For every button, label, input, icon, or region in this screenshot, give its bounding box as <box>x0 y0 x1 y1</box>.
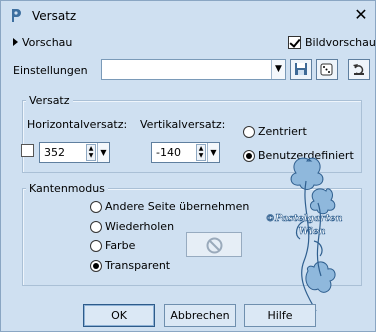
randomize-button[interactable] <box>316 59 338 80</box>
edge-color-radio[interactable] <box>90 240 102 252</box>
watermark-text-line2: Wien <box>298 226 325 237</box>
edge-wrap-label: Andere Seite übernehmen <box>105 200 250 213</box>
spin-updown-icon[interactable]: ▲ ▼ <box>196 144 206 161</box>
save-preset-button[interactable] <box>290 59 312 80</box>
expand-arrow-icon <box>13 38 18 46</box>
horizontal-offset-label: Horizontalversatz: <box>27 118 128 131</box>
offset-group-title: Versatz <box>26 94 73 107</box>
edge-mode-group-title: Kantenmodus <box>26 182 108 195</box>
chevron-down-icon[interactable]: ▼ <box>207 143 219 162</box>
offset-dialog: Versatz ✕ Vorschau Bildvorschau Einstell… <box>0 0 376 332</box>
vertical-offset-label: Vertikalversatz: <box>140 118 226 131</box>
edge-color-swatch[interactable] <box>186 232 242 257</box>
horizontal-offset-value: 352 <box>44 146 65 159</box>
bildvorschau-checkbox[interactable] <box>288 36 301 49</box>
vertical-offset-spinner[interactable]: -140 ▲ ▼ ▼ <box>151 142 220 163</box>
edge-transparent-label: Transparent <box>105 259 171 272</box>
edge-repeat-radio[interactable] <box>90 221 102 233</box>
save-icon <box>295 63 307 75</box>
edge-color-label: Farbe <box>105 239 136 252</box>
settings-dropdown[interactable]: ▼ <box>101 59 286 80</box>
centered-radio[interactable] <box>243 126 255 138</box>
vertical-offset-value: -140 <box>156 146 181 159</box>
close-button[interactable]: ✕ <box>352 6 370 24</box>
link-offsets-checkbox[interactable] <box>21 144 34 157</box>
watermark-logo: ©Pastelgarten Wien <box>265 157 343 312</box>
preview-toggle[interactable]: Vorschau <box>13 36 72 49</box>
watermark-text-line1: ©Pastelgarten <box>265 213 342 224</box>
dice-icon <box>320 63 333 76</box>
bildvorschau-label: Bildvorschau <box>305 36 376 49</box>
title-bar: Versatz ✕ <box>1 1 375 31</box>
dialog-title: Versatz <box>32 9 77 23</box>
chevron-down-icon[interactable]: ▼ <box>271 60 285 79</box>
edge-transparent-radio[interactable] <box>90 260 102 272</box>
reset-button[interactable] <box>348 59 370 80</box>
disabled-icon <box>206 237 223 254</box>
spin-updown-icon[interactable]: ▲ ▼ <box>86 144 96 161</box>
ok-button[interactable]: OK <box>83 304 155 327</box>
custom-radio[interactable] <box>243 150 255 162</box>
cancel-button[interactable]: Abbrechen <box>164 304 236 327</box>
edge-repeat-label: Wiederholen <box>105 220 175 233</box>
preview-label: Vorschau <box>22 36 73 49</box>
help-button[interactable]: Hilfe <box>244 304 316 327</box>
edge-wrap-radio[interactable] <box>90 201 102 213</box>
settings-label: Einstellungen <box>13 64 88 77</box>
horizontal-offset-spinner[interactable]: 352 ▲ ▼ ▼ <box>39 142 110 163</box>
chevron-down-icon[interactable]: ▼ <box>97 143 109 162</box>
reset-icon <box>353 64 364 75</box>
centered-label: Zentriert <box>258 125 307 138</box>
app-logo-icon <box>12 9 21 22</box>
